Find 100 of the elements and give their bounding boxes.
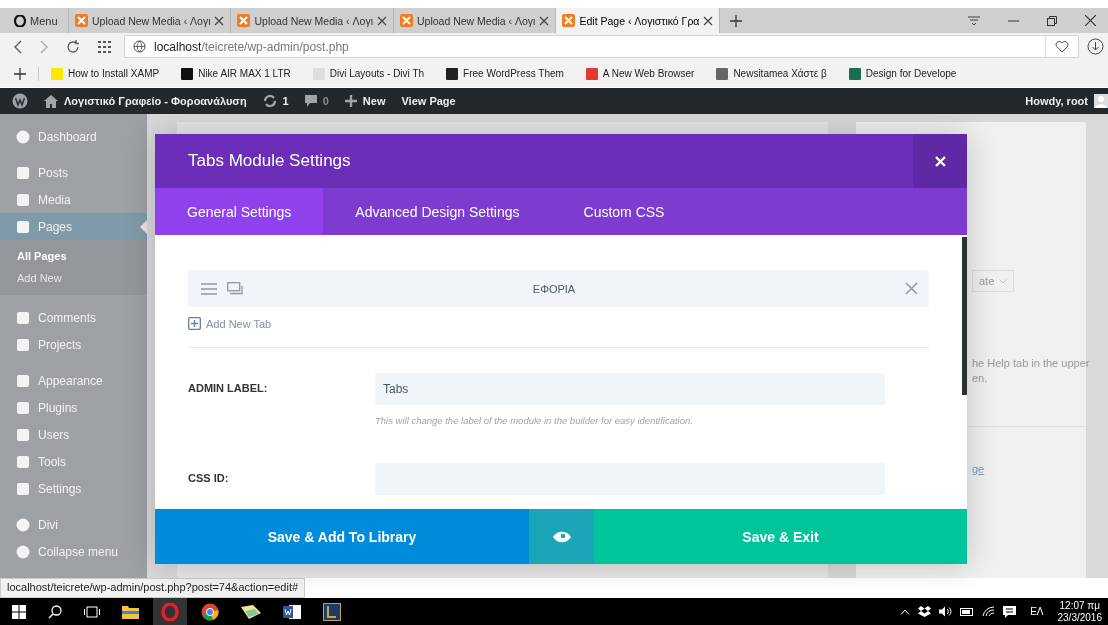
menu-icon-shape — [16, 192, 30, 207]
help-text: he Help tab in the upper en. — [972, 356, 1090, 386]
notification-icon[interactable] — [1003, 605, 1017, 618]
battery-icon[interactable] — [960, 607, 975, 616]
bookmark-link[interactable]: Newsitamea Χάστε β — [716, 67, 827, 80]
chrome-icon[interactable] — [201, 602, 219, 621]
menu-icon-shape — [16, 373, 30, 388]
chevron-up-icon[interactable] — [900, 608, 911, 615]
settings-tab[interactable]: General Settings — [155, 188, 324, 235]
dialog-title: Tabs Module Settings — [187, 151, 352, 171]
site-favicon-icon — [446, 67, 459, 80]
field-label: CSS ID: — [188, 471, 230, 486]
bookmark-link[interactable]: Nike AIR MAX 1 LTR — [181, 67, 291, 80]
menu-icon-shape — [16, 454, 30, 469]
input-field[interactable]: Tabs — [375, 373, 885, 405]
new-tab-icon[interactable] — [730, 14, 743, 27]
browser-tab-title: Edit Page ‹ Λογιστικό Γρα — [579, 14, 700, 27]
word-icon[interactable] — [283, 603, 301, 620]
browser-menu-label: Menu — [30, 14, 58, 27]
opera-icon[interactable] — [161, 602, 179, 621]
eye-icon — [552, 530, 571, 543]
plus-icon — [344, 95, 357, 107]
folder-icon[interactable] — [122, 604, 139, 619]
plus-box-icon — [188, 317, 201, 330]
site-favicon-icon — [716, 67, 729, 80]
close-icon[interactable] — [376, 15, 387, 26]
close-icon — [934, 155, 946, 167]
bookmark-link[interactable]: Design for Develope — [848, 67, 957, 80]
folder-icon[interactable] — [241, 604, 261, 619]
close-icon[interactable] — [539, 15, 550, 26]
browser-tab-title: Upload New Media ‹ Λογι — [416, 14, 536, 27]
menu-icon-shape — [16, 517, 30, 532]
site-favicon-icon — [51, 67, 63, 80]
site-name-link[interactable]: Λογιστικό Γραφείο - Φοροανάλυση — [44, 94, 247, 108]
wifi-icon[interactable] — [982, 606, 996, 617]
wordpress-logo-icon[interactable] — [12, 93, 28, 109]
minimize-icon[interactable] — [1008, 19, 1019, 22]
back-icon[interactable] — [14, 39, 22, 54]
tab-menu-icon[interactable] — [968, 15, 980, 26]
site-favicon-icon — [585, 67, 598, 80]
add-new-tab-link[interactable]: Add New Tab — [188, 317, 272, 330]
close-icon[interactable] — [1085, 15, 1096, 26]
bookmark-link[interactable]: How to Install XAMP — [51, 67, 160, 80]
menu-icon-shape — [16, 219, 30, 234]
menu-icon-shape — [16, 165, 30, 180]
comment-icon — [304, 94, 317, 108]
new-link[interactable]: New — [344, 95, 386, 107]
scrollbar-thumb[interactable] — [962, 237, 967, 395]
download-icon[interactable] — [1087, 38, 1104, 55]
restore-icon[interactable] — [1047, 15, 1057, 26]
globe-icon — [133, 40, 146, 53]
game-launcher-icon[interactable] — [323, 602, 341, 621]
bookmark-link[interactable]: Free WordPress Them — [446, 67, 564, 80]
bookmark-link[interactable]: A New Web Browser — [585, 67, 695, 80]
menu-icon-shape — [16, 310, 30, 325]
browser-tab[interactable]: Edit Page ‹ Λογιστικό Γρα — [556, 8, 721, 33]
duplicate-icon[interactable] — [227, 282, 243, 295]
add-bookmark-icon[interactable] — [14, 67, 26, 80]
xampp-favicon-icon — [562, 14, 576, 27]
preview-button[interactable] — [529, 509, 594, 564]
speed-dial-icon[interactable] — [98, 40, 112, 53]
windows-start-icon[interactable] — [12, 604, 26, 619]
address-field[interactable]: localhost/teicrete/wp-admin/post.php — [124, 35, 1079, 58]
task-view-icon[interactable] — [84, 605, 100, 618]
drag-handle-icon[interactable] — [201, 282, 217, 295]
browser-tab-title: Upload New Media ‹ Λογι — [254, 14, 373, 27]
xampp-favicon-icon — [237, 14, 251, 27]
settings-tab[interactable]: Custom CSS — [551, 188, 697, 235]
tab-item-label: ΕΦΟΡΙΑ — [531, 282, 577, 295]
account-link[interactable]: Howdy, root — [1025, 94, 1108, 108]
save-to-library-button[interactable]: Save & Add To Library — [155, 509, 529, 564]
menu-icon-shape — [16, 481, 30, 496]
bookmark-link[interactable]: Divi Layouts - Divi Th — [312, 67, 425, 80]
language-indicator[interactable]: ΕΛ — [1030, 606, 1044, 617]
site-favicon-icon — [848, 67, 861, 80]
view-page-link[interactable]: View Page — [401, 95, 456, 107]
speaker-icon[interactable] — [939, 606, 953, 617]
close-icon[interactable] — [703, 15, 714, 26]
heart-icon[interactable] — [1055, 40, 1069, 53]
settings-tab[interactable]: Advanced Design Settings — [323, 188, 552, 235]
site-favicon-icon — [181, 67, 194, 80]
menu-icon-shape — [16, 400, 30, 415]
field-label: ADMIN LABEL: — [188, 381, 269, 396]
field-description: This will change the label of the module in the builder for easy identification. — [375, 415, 694, 426]
delete-icon[interactable] — [905, 282, 918, 295]
comments-link[interactable]: 0 — [304, 94, 329, 108]
chevron-down-icon — [999, 278, 1008, 284]
reload-icon[interactable] — [66, 39, 80, 54]
menu-icon-shape — [16, 544, 30, 559]
clock[interactable]: 12:07 πμ 23/3/2016 — [1057, 599, 1102, 624]
status-url-text: localhost/teicrete/wp-admin/post.php?post=74&action=edit# — [0, 578, 306, 598]
tab-item-row[interactable]: ΕΦΟΡΙΑ — [188, 270, 929, 307]
close-icon[interactable] — [214, 15, 225, 26]
updates-link[interactable]: 1 — [262, 94, 289, 108]
refresh-icon — [262, 94, 277, 108]
avatar-icon — [1094, 94, 1108, 108]
url-text: localhost/teicrete/wp-admin/post.php — [154, 39, 350, 54]
dropbox-icon[interactable] — [918, 606, 932, 617]
search-icon[interactable] — [48, 604, 62, 619]
xampp-favicon-icon — [75, 14, 88, 27]
